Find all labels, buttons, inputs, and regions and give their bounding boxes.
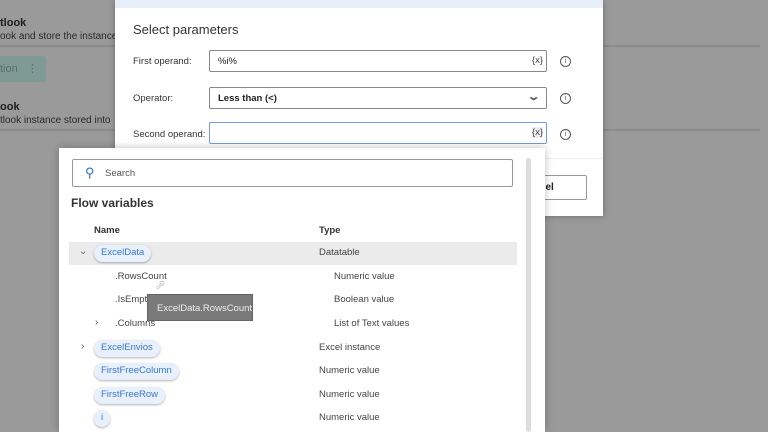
dialog-section-title: Select parameters [133, 22, 239, 37]
background-card-2-title: ook [0, 101, 20, 113]
first-operand-input[interactable]: %i% {x} [209, 50, 547, 72]
variable-row[interactable]: › ExcelEnvios Excel instance [69, 337, 517, 360]
variable-row[interactable]: FirstFreeColumn Numeric value [69, 360, 517, 383]
second-operand-input[interactable]: {x} [209, 122, 547, 144]
variable-type: List of Text values [334, 318, 410, 329]
variable-pill[interactable]: i [94, 410, 111, 427]
operator-value: Less than (<) [218, 93, 277, 104]
variable-type: Boolean value [334, 294, 395, 305]
chevron-right-icon[interactable]: › [81, 341, 84, 352]
variable-row[interactable]: i Numeric value [69, 407, 517, 430]
mouse-cursor-icon: ➚ [155, 277, 166, 292]
search-placeholder: Search [105, 168, 136, 179]
variable-type: Datatable [319, 247, 360, 258]
variable-icon[interactable]: {x} [532, 55, 543, 66]
variable-type: Numeric value [319, 365, 380, 376]
variable-row[interactable]: › .Columns List of Text values [69, 313, 517, 336]
tooltip: ExcelData.RowsCount [147, 294, 253, 321]
info-icon[interactable]: i [560, 129, 571, 140]
background-card-1-desc: ook and store the instance c [0, 31, 126, 42]
variable-picker-popup: ⚲ Search Flow variables Name Type ⌄ Exce… [59, 148, 545, 432]
scrollbar[interactable] [526, 158, 531, 432]
operator-select[interactable]: Less than (<) ⌄ [209, 87, 547, 109]
variable-type: Numeric value [334, 271, 395, 282]
first-operand-label: First operand: [133, 56, 192, 67]
column-header-type: Type [319, 225, 341, 236]
variable-row[interactable]: .RowsCount Numeric value [69, 266, 517, 289]
variable-type: Numeric value [319, 389, 380, 400]
variable-type: Numeric value [319, 412, 380, 423]
variable-row[interactable]: FirstFreeRow Numeric value [69, 384, 517, 407]
variable-type: Excel instance [319, 342, 381, 353]
operator-label: Operator: [133, 93, 174, 104]
variable-row[interactable]: .IsEmpty Boolean value [69, 289, 517, 312]
variable-pill[interactable]: ExcelData [94, 245, 152, 262]
second-operand-label: Second operand: [133, 129, 206, 140]
chevron-down-icon[interactable]: ⌄ [79, 246, 87, 257]
background-card-2-desc: tlook instance stored into [0, 115, 111, 126]
info-icon[interactable]: i [560, 56, 571, 67]
background-card-1-title: tlook [0, 17, 27, 29]
search-input[interactable]: ⚲ Search [72, 159, 513, 187]
search-icon: ⚲ [85, 165, 95, 180]
info-icon[interactable]: i [560, 93, 571, 104]
variable-pill[interactable]: FirstFreeColumn [94, 363, 179, 380]
dialog-header-strip [115, 0, 603, 8]
chevron-down-icon: ⌄ [526, 91, 541, 103]
variable-pill[interactable]: ExcelEnvios [94, 340, 160, 357]
variable-icon[interactable]: {x} [531, 127, 543, 138]
first-operand-value: %i% [218, 56, 238, 67]
variable-row[interactable]: ⌄ ExcelData Datatable [69, 242, 517, 265]
column-header-name: Name [94, 225, 120, 236]
chevron-right-icon[interactable]: › [95, 317, 98, 328]
variable-pill[interactable]: FirstFreeRow [94, 387, 166, 404]
flow-variables-heading: Flow variables [71, 196, 154, 210]
